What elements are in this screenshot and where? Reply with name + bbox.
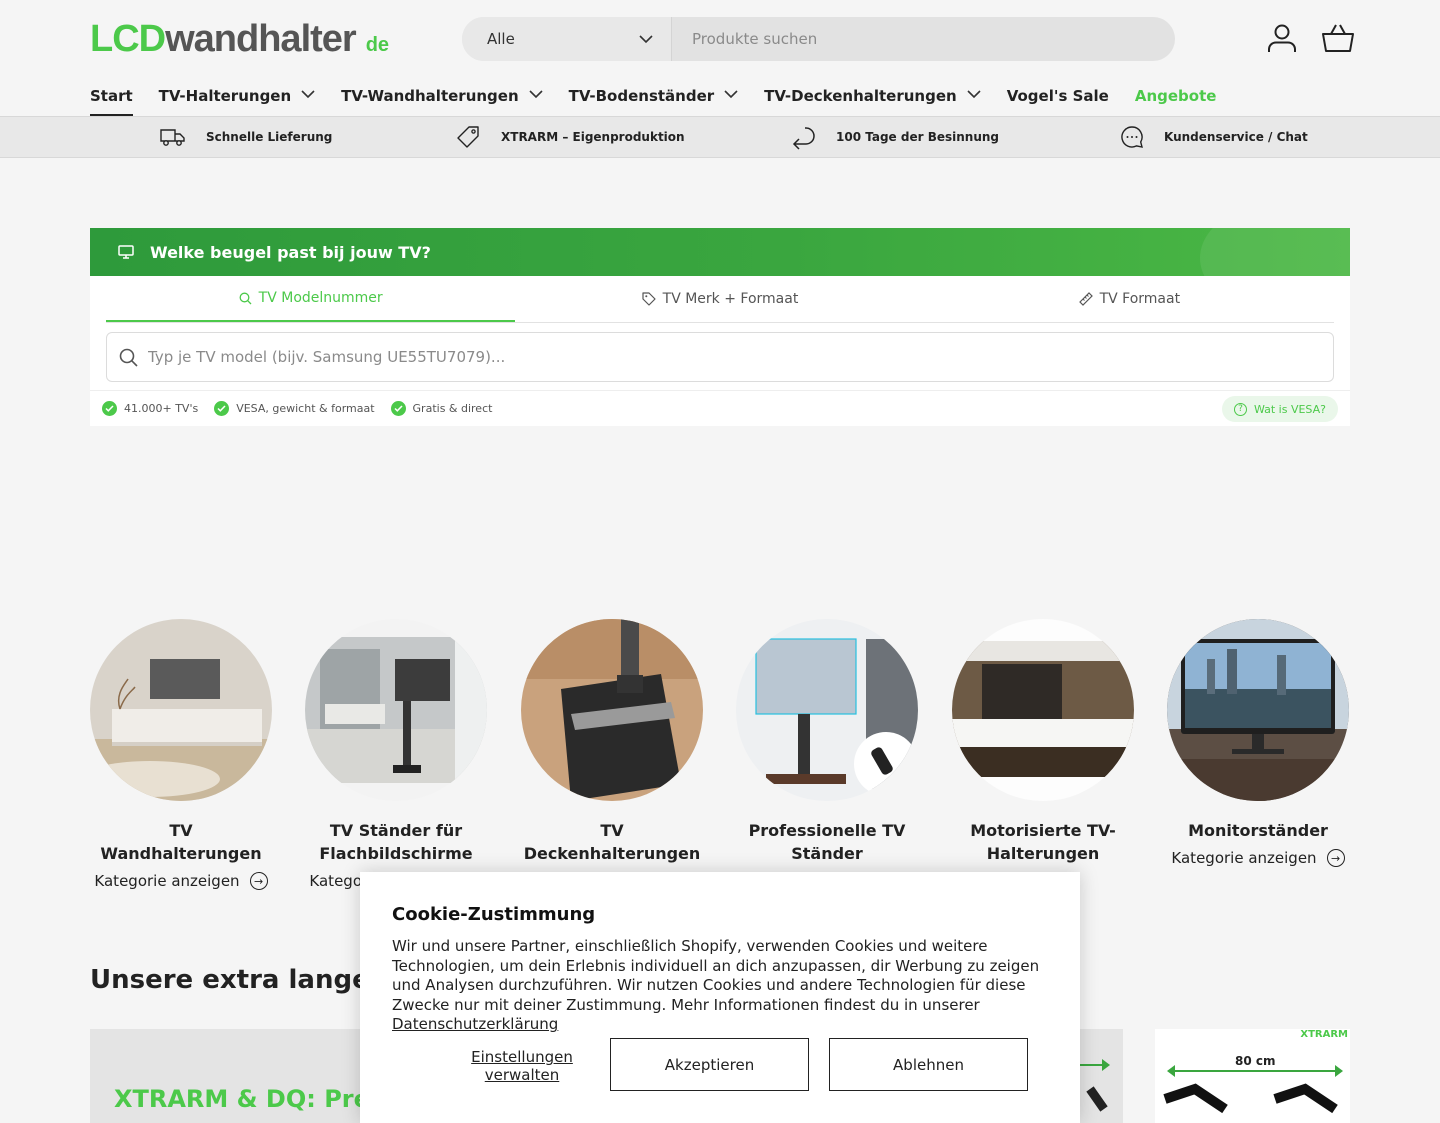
account-button[interactable]	[1262, 18, 1302, 58]
nav-tv-wandhalterungen[interactable]: TV-Wandhalterungen	[341, 82, 543, 116]
tab-size[interactable]: TV Formaat	[925, 276, 1334, 322]
basket-icon	[1322, 24, 1354, 52]
site-header: LCDwandhalter de Alle Start TV-Halterunge…	[0, 0, 1440, 116]
category-link[interactable]: Kategorie anzeigen→	[1167, 849, 1349, 867]
usp-item: 100 Tage der Besinnung	[791, 117, 999, 157]
tag-icon	[642, 292, 656, 306]
chevron-down-icon	[639, 34, 653, 43]
site-logo[interactable]: LCD wandhalter de	[90, 18, 389, 61]
category-image-motorized-mount[interactable]	[952, 619, 1134, 801]
search-category-select[interactable]: Alle	[462, 17, 672, 61]
cookie-title: Cookie-Zustimmung	[392, 904, 596, 925]
cart-button[interactable]	[1318, 18, 1358, 58]
nav-vogels-sale[interactable]: Vogel's Sale	[1007, 82, 1109, 116]
category-image-monitor-stand[interactable]	[1167, 619, 1349, 801]
logo-lcd: LCD	[90, 18, 166, 60]
category-title: TV Wandhalterungen	[100, 821, 262, 863]
tag-icon	[457, 125, 479, 148]
search-input[interactable]	[672, 17, 1175, 61]
user-icon	[1268, 24, 1296, 52]
category-card: Motorisierte TV-Halterungen	[952, 619, 1134, 865]
monitor-icon	[118, 245, 134, 259]
category-link[interactable]: Kategorie anzeigen→	[90, 872, 272, 890]
tv-bracket-finder: Welke beugel past bij jouw TV? TV Modeln…	[90, 228, 1350, 426]
tv-model-input[interactable]	[148, 348, 1333, 366]
product-card[interactable]: XTRARM 80 cm	[1155, 1029, 1350, 1123]
chevron-down-icon	[301, 90, 315, 99]
ruler-icon	[1078, 292, 1093, 306]
category-image-wall-mount[interactable]	[90, 619, 272, 801]
category-image-ceiling-mount[interactable]	[521, 619, 703, 801]
tv-model-field	[106, 332, 1334, 382]
privacy-policy-link[interactable]: Datenschutzerklärung	[392, 1015, 558, 1033]
bracket-diagram	[1163, 1065, 1343, 1114]
category-title: Motorisierte TV-Halterungen	[970, 821, 1116, 863]
finder-title: Welke beugel past bij jouw TV?	[150, 242, 431, 262]
help-icon: ?	[1233, 402, 1247, 416]
feature-check: 41.000+ TV's	[102, 401, 198, 416]
nav-tv-bodenstaender[interactable]: TV-Bodenständer	[569, 82, 739, 116]
arrow-right-icon: →	[249, 872, 268, 890]
category-card: Professionelle TV Ständer	[736, 619, 918, 865]
chevron-down-icon	[967, 90, 981, 99]
main-navigation: Start TV-Halterungen TV-Wandhalterungen …	[90, 82, 1242, 116]
decline-button[interactable]: Ablehnen	[829, 1038, 1028, 1091]
finder-footer: 41.000+ TV's VESA, gewicht & formaat Gra…	[90, 390, 1350, 426]
return-arrow-icon	[792, 126, 815, 150]
truck-icon	[160, 129, 185, 146]
category-title: Professionelle TV Ständer	[748, 821, 906, 863]
checkmark-icon	[102, 401, 117, 416]
cookie-consent-dialog: Cookie-Zustimmung Wir und unsere Partner…	[360, 872, 1080, 1123]
finder-tabs: TV Modelnummer TV Merk + Formaat TV Form…	[106, 276, 1334, 323]
tab-model-number[interactable]: TV Modelnummer	[106, 276, 516, 322]
nav-tv-halterungen[interactable]: TV-Halterungen	[159, 82, 315, 116]
checkmark-icon	[214, 401, 230, 416]
arrow-right-icon: →	[1326, 849, 1345, 867]
category-card: TV Deckenhalterungen	[521, 619, 703, 865]
category-image-floor-stand[interactable]	[305, 619, 487, 801]
category-card: Monitorständer Kategorie anzeigen →	[1167, 619, 1349, 867]
search-bar: Alle	[462, 17, 1175, 61]
vesa-info-link[interactable]: ? Wat is VESA?	[1221, 396, 1338, 422]
category-card: TV Wandhalterungen Kategorie anzeigen →	[90, 619, 272, 890]
logo-wandhalter: wandhalter	[165, 18, 357, 60]
category-title: TV Deckenhalterungen	[523, 821, 701, 863]
usp-bar: Schnelle Lieferung XTRARM – Eigenprodukt…	[0, 116, 1440, 158]
checkmark-icon	[390, 401, 406, 416]
category-image-professional-stand[interactable]	[736, 619, 918, 801]
chevron-down-icon	[529, 90, 543, 99]
tab-brand-size[interactable]: TV Merk + Formaat	[515, 276, 924, 322]
nav-start[interactable]: Start	[90, 82, 133, 116]
accept-button[interactable]: Akzeptieren	[610, 1038, 809, 1091]
category-title: TV Ständer für Flachbildschirme	[319, 821, 473, 863]
search-icon	[239, 292, 252, 304]
usp-item: Kundenservice / Chat	[1120, 117, 1308, 157]
manage-settings-button[interactable]: Einstellungen verwalten	[432, 1048, 612, 1084]
category-title: Monitorständer	[1188, 821, 1328, 840]
finder-header: Welke beugel past bij jouw TV?	[90, 228, 1350, 276]
feature-check: Gratis & direct	[390, 401, 492, 416]
search-icon	[119, 348, 138, 367]
chat-icon	[1121, 126, 1143, 148]
category-card: TV Ständer für Flachbildschirme Kategori…	[305, 619, 487, 890]
nav-angebote[interactable]: Angebote	[1135, 82, 1217, 116]
nav-tv-deckenhalterungen[interactable]: TV-Deckenhalterungen	[764, 82, 981, 116]
logo-de: de	[365, 34, 390, 56]
chevron-down-icon	[724, 90, 738, 99]
cookie-actions: Einstellungen verwalten Akzeptieren Able…	[392, 1038, 1048, 1092]
feature-check: VESA, gewicht & formaat	[214, 401, 375, 416]
usp-item: Schnelle Lieferung	[160, 117, 332, 157]
search-category-label: Alle	[487, 30, 515, 48]
usp-item: XTRARM – Eigenproduktion	[456, 117, 685, 157]
cookie-body: Wir und unsere Partner, einschließlich S…	[392, 937, 1040, 1034]
